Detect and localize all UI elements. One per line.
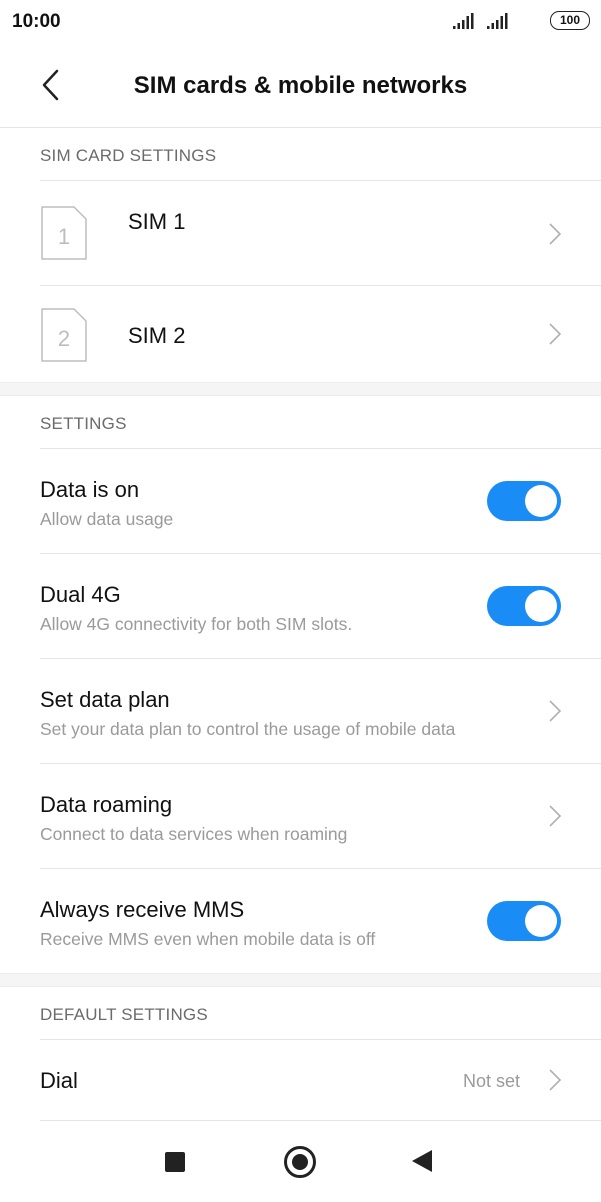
setting-subtitle: Set your data plan to control the usage … [40, 719, 456, 739]
sim-card-icon: 1 [41, 206, 87, 260]
setting-subtitle: Connect to data services when roaming [40, 824, 348, 844]
chevron-right-icon [549, 700, 562, 722]
setting-title: Dial [40, 1068, 78, 1093]
sim-row-2[interactable]: 2 SIM 2 [0, 286, 601, 382]
dial-value: Not set [463, 1071, 521, 1091]
section-header-label: DEFAULT SETTINGS [40, 1005, 208, 1024]
setting-subtitle: Allow data usage [40, 509, 174, 529]
dual-4g-toggle[interactable] [487, 586, 561, 626]
setting-title: Data is on [40, 477, 140, 502]
setting-subtitle: Allow 4G connectivity for both SIM slots… [40, 614, 353, 634]
setting-title: Data roaming [40, 792, 173, 817]
setting-title: Always receive MMS [40, 897, 245, 922]
setting-title: Set data plan [40, 687, 170, 712]
chevron-right-icon [549, 1069, 562, 1091]
setting-row-data[interactable]: Data is on Allow data usage [0, 449, 601, 553]
setting-subtitle: Receive MMS even when mobile data is off [40, 929, 376, 949]
page-title: SIM cards & mobile networks [133, 72, 468, 99]
signal-icon [487, 13, 508, 29]
sim-card-icon: 2 [41, 308, 87, 362]
battery-level: 100 [559, 13, 581, 27]
chevron-right-icon [549, 223, 562, 245]
sim-row-1[interactable]: 1 SIM 1 [0, 181, 601, 285]
battery-icon: 100 [550, 11, 590, 30]
section-gap [0, 382, 601, 396]
setting-title: Dual 4G [40, 582, 121, 607]
sim-label: SIM 1 [128, 209, 186, 234]
status-bar: 10:00 100 [0, 0, 601, 44]
chevron-right-icon [549, 805, 562, 827]
back-triangle-icon[interactable] [412, 1150, 432, 1172]
setting-row-data-plan[interactable]: Set data plan Set your data plan to cont… [0, 659, 601, 763]
sim-number: 2 [58, 326, 70, 351]
toggle-knob [525, 590, 557, 622]
toggle-knob [525, 905, 557, 937]
home-circle-icon[interactable] [284, 1146, 316, 1178]
setting-row-dual-4g[interactable]: Dual 4G Allow 4G connectivity for both S… [0, 554, 601, 658]
section-header-label: SETTINGS [40, 414, 127, 433]
recents-square-icon[interactable] [165, 1152, 185, 1172]
status-time: 10:00 [12, 11, 61, 32]
navigation-bar [0, 1122, 601, 1202]
section-header-default: DEFAULT SETTINGS [0, 987, 601, 1039]
section-gap [0, 973, 601, 987]
sim-label: SIM 2 [128, 323, 186, 348]
signal-icon [453, 13, 474, 29]
setting-row-mms[interactable]: Always receive MMS Receive MMS even when… [0, 869, 601, 973]
setting-row-data-roaming[interactable]: Data roaming Connect to data services wh… [0, 764, 601, 868]
toggle-knob [525, 485, 557, 517]
divider [40, 1120, 601, 1121]
chevron-right-icon [549, 323, 562, 345]
header: SIM cards & mobile networks [0, 44, 601, 128]
mms-toggle[interactable] [487, 901, 561, 941]
home-dot [292, 1154, 308, 1170]
section-header-sim: SIM CARD SETTINGS [0, 128, 601, 180]
sim-number: 1 [58, 224, 70, 249]
setting-row-dial[interactable]: Dial Not set [0, 1040, 601, 1120]
section-header-label: SIM CARD SETTINGS [40, 146, 217, 165]
section-header-settings: SETTINGS [0, 396, 601, 448]
data-toggle[interactable] [487, 481, 561, 521]
